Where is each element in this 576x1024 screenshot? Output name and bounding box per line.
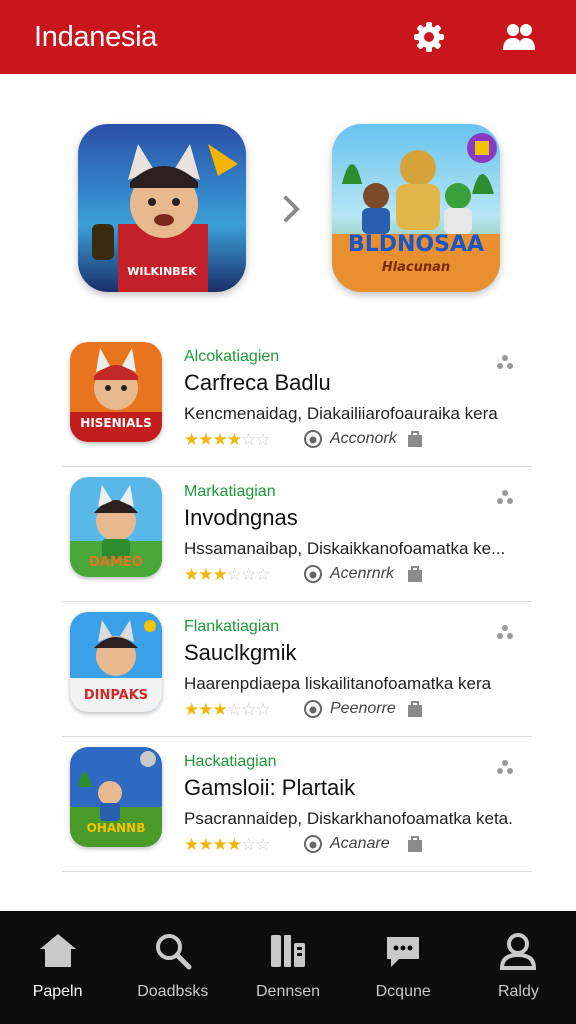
star-rating: ★★★☆☆☆ [184, 700, 270, 719]
chevron-right-icon[interactable] [276, 194, 306, 224]
star-rating: ★★★☆☆☆ [184, 565, 270, 584]
game-thumbnail: OHANNB [70, 747, 162, 847]
chat-icon [387, 937, 420, 967]
star-rating: ★★★★☆☆ [184, 430, 270, 449]
bag-icon[interactable] [406, 700, 424, 718]
game-category: Flankatiagian [184, 618, 280, 635]
account-badge: Acanare [304, 835, 390, 853]
star-rating: ★★★★☆☆ [184, 835, 270, 854]
thumbnail-caption: DINPAKS [83, 688, 149, 703]
game-list: HISENIALS Alcokatiagien Carfreca Badlu K… [62, 332, 532, 872]
game-title: Carfreca Badlu [184, 370, 331, 395]
nav-item-search[interactable]: Doadbsks [115, 911, 230, 1024]
game-category: Markatiagian [184, 483, 276, 500]
game-description: Hssamanaibap, Diskaikkanofoamatka ke... [184, 539, 506, 558]
account-badge: Peenorre [304, 700, 396, 718]
list-item[interactable]: DAMEO Markatiagian Invodngnas Hssamanaib… [62, 467, 532, 602]
home-icon [39, 934, 76, 967]
game-title: Gamsloii: Plartaik [184, 775, 356, 800]
game-description: Kencmenaidag, Diakailiiarofoauraika kera [184, 404, 498, 423]
more-options-icon[interactable] [496, 489, 514, 507]
more-options-icon[interactable] [496, 354, 514, 372]
game-thumbnail: DINPAKS [70, 612, 162, 712]
thumbnail-caption: DAMEO [89, 555, 143, 570]
game-thumbnail: DAMEO [70, 477, 162, 577]
featured-subcaption: Hlacunan [381, 260, 451, 275]
list-item[interactable]: HISENIALS Alcokatiagien Carfreca Badlu K… [62, 332, 532, 467]
settings-button[interactable] [406, 14, 452, 60]
featured-carousel: WILKINBEK BLDNOSAA Hlacunan [78, 124, 512, 294]
nav-label: Papeln [32, 983, 83, 1000]
badge-label: Acconork [330, 430, 397, 447]
game-title: Invodngnas [184, 505, 298, 530]
bag-icon[interactable] [406, 430, 424, 448]
game-title: Sauclkgmik [184, 640, 297, 665]
badge-label: Peenorre [330, 700, 396, 717]
nav-item-library[interactable]: Dennsen [230, 911, 345, 1024]
account-badge: Acenrnrk [304, 565, 394, 583]
more-options-icon[interactable] [496, 759, 514, 777]
featured-game-tile[interactable]: BLDNOSAA Hlacunan [332, 124, 500, 292]
thumbnail-caption: HISENIALS [80, 416, 152, 430]
search-icon [155, 934, 192, 970]
more-options-icon[interactable] [496, 624, 514, 642]
game-description: Psacrannaidep, Diskarkhanofoamatka keta. [184, 809, 513, 828]
game-thumbnail: HISENIALS [70, 342, 162, 442]
gear-icon [414, 22, 444, 52]
nav-label: Doadbsks [137, 983, 209, 1000]
nav-label: Raldy [497, 983, 539, 1000]
featured-caption: WILKINBEK [127, 265, 197, 278]
nav-item-profile[interactable]: Raldy [461, 911, 576, 1024]
nav-label: Dcqune [375, 983, 431, 1000]
list-item[interactable]: DINPAKS Flankatiagian Sauclkgmik Haarenp… [62, 602, 532, 737]
app-header: Indanesia [0, 0, 576, 74]
app-title: Indanesia [34, 20, 158, 53]
bag-icon[interactable] [406, 565, 424, 583]
account-badge: Acconork [304, 430, 397, 448]
badge-label: Acanare [330, 835, 390, 852]
game-description: Haarenpdiaepa liskailitanofoamatka kera [184, 674, 492, 693]
badge-icon [304, 835, 322, 853]
nav-item-chat[interactable]: Dcqune [346, 911, 461, 1024]
users-icon [503, 24, 535, 50]
badge-icon [304, 700, 322, 718]
badge-icon [304, 565, 322, 583]
bottom-navigation: Papeln Doadbsks Dennsen Dcqune Raldy [0, 911, 576, 1024]
nav-item-home[interactable]: Papeln [0, 911, 115, 1024]
featured-game-tile[interactable]: WILKINBEK [78, 124, 246, 292]
nav-label: Dennsen [255, 983, 321, 1000]
library-icon [271, 935, 305, 967]
badge-icon [304, 430, 322, 448]
featured-caption: BLDNOSAA [347, 232, 485, 257]
thumbnail-caption: OHANNB [86, 821, 146, 835]
profile-button[interactable] [496, 14, 542, 60]
list-item[interactable]: OHANNB Hackatiagian Gamsloii: Plartaik P… [62, 737, 532, 872]
bag-icon[interactable] [406, 835, 424, 853]
game-category: Alcokatiagien [184, 348, 280, 365]
game-category: Hackatiagian [184, 753, 277, 770]
badge-label: Acenrnrk [330, 565, 395, 582]
profile-icon [500, 933, 537, 970]
